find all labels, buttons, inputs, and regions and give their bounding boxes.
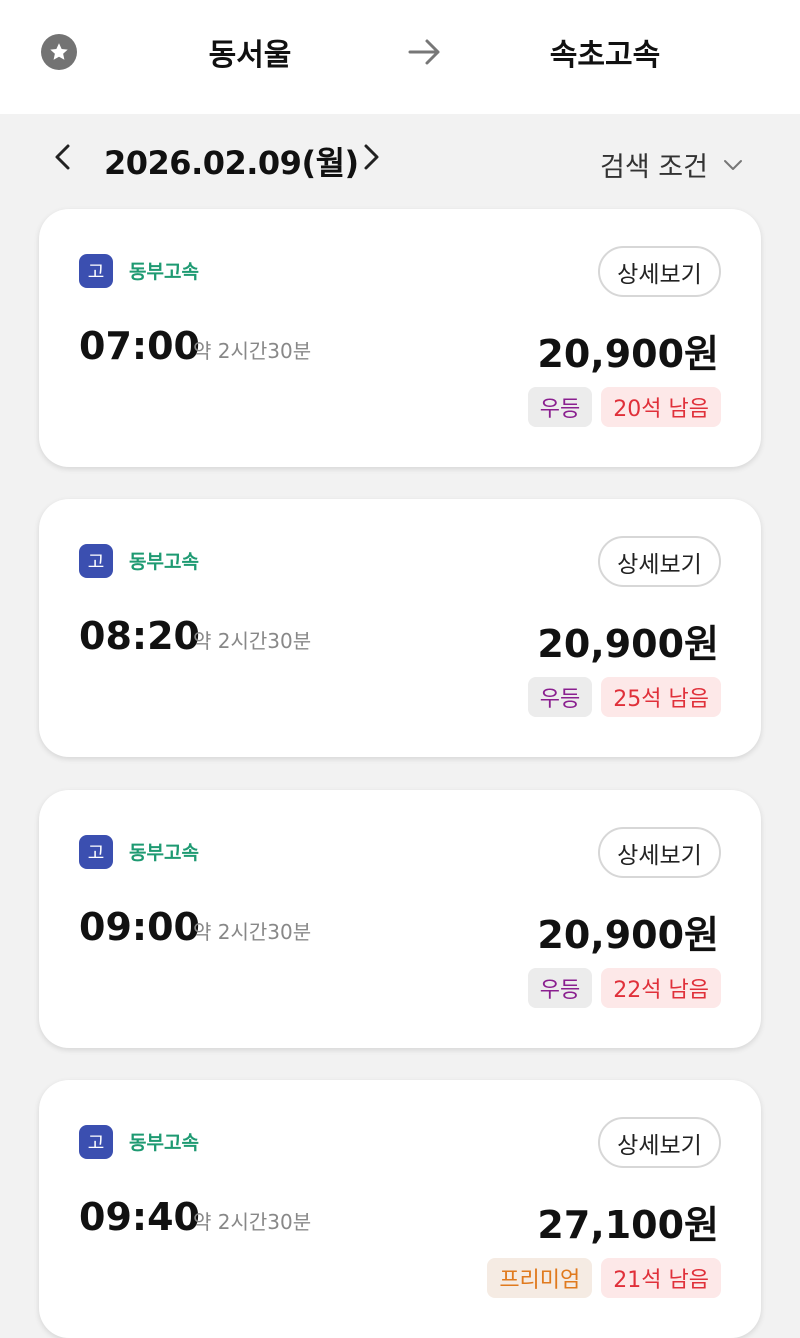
date-bar: 2026.02.09(월) 검색 조건 xyxy=(0,114,800,208)
company-badge: 고 xyxy=(79,544,113,578)
trip-duration: 약 2시간30분 xyxy=(193,629,312,653)
chevron-left-icon[interactable] xyxy=(50,140,76,174)
search-filter-button[interactable]: 검색 조건 xyxy=(600,146,760,183)
company-badge: 고 xyxy=(79,1125,113,1159)
seats-remaining-badge: 22석 남음 xyxy=(601,968,721,1008)
company-badge: 고 xyxy=(79,835,113,869)
route-header: 동서울 속초고속 xyxy=(0,0,800,114)
filter-label: 검색 조건 xyxy=(600,151,708,183)
bus-card[interactable]: 고 동부고속 상세보기 09:40 약 2시간30분 27,100원 프리미엄 … xyxy=(39,1080,761,1338)
chevron-right-icon[interactable] xyxy=(358,140,384,174)
fare-price: 20,900원 xyxy=(537,332,719,376)
tag-group: 우등 25석 남음 xyxy=(527,677,721,717)
arrow-right-icon xyxy=(405,34,445,70)
tag-group: 우등 20석 남음 xyxy=(527,387,721,427)
tag-group: 프리미엄 21석 남음 xyxy=(487,1258,721,1298)
trip-duration: 약 2시간30분 xyxy=(193,339,312,363)
bus-card[interactable]: 고 동부고속 상세보기 07:00 약 2시간30분 20,900원 우등 20… xyxy=(39,209,761,467)
arrival-terminal[interactable]: 속초고속 xyxy=(510,30,700,74)
tag-group: 우등 22석 남음 xyxy=(527,968,721,1008)
departure-time: 09:40 xyxy=(79,1195,200,1239)
fare-price: 27,100원 xyxy=(537,1203,719,1247)
trip-duration: 약 2시간30분 xyxy=(193,920,312,944)
bus-class-badge: 우등 xyxy=(527,677,593,717)
seats-remaining-badge: 20석 남음 xyxy=(601,387,721,427)
bus-card[interactable]: 고 동부고속 상세보기 09:00 약 2시간30분 20,900원 우등 22… xyxy=(39,790,761,1048)
departure-time: 07:00 xyxy=(79,324,200,368)
bus-class-badge: 프리미엄 xyxy=(487,1258,593,1298)
departure-terminal[interactable]: 동서울 xyxy=(160,30,340,74)
company-name: 동부고속 xyxy=(129,1132,199,1154)
detail-button[interactable]: 상세보기 xyxy=(598,1117,721,1168)
bus-class-badge: 우등 xyxy=(527,968,593,1008)
bus-class-badge: 우등 xyxy=(527,387,593,427)
company-name: 동부고속 xyxy=(129,261,199,283)
seats-remaining-badge: 21석 남음 xyxy=(601,1258,721,1298)
fare-price: 20,900원 xyxy=(537,913,719,957)
departure-time: 09:00 xyxy=(79,905,200,949)
detail-button[interactable]: 상세보기 xyxy=(598,246,721,297)
selected-date[interactable]: 2026.02.09(월) xyxy=(104,138,359,184)
company-badge: 고 xyxy=(79,254,113,288)
chevron-down-icon xyxy=(722,157,744,171)
seats-remaining-badge: 25석 남음 xyxy=(601,677,721,717)
star-icon[interactable] xyxy=(41,34,77,70)
fare-price: 20,900원 xyxy=(537,622,719,666)
company-name: 동부고속 xyxy=(129,551,199,573)
trip-duration: 약 2시간30분 xyxy=(193,1210,312,1234)
bus-card[interactable]: 고 동부고속 상세보기 08:20 약 2시간30분 20,900원 우등 25… xyxy=(39,499,761,757)
detail-button[interactable]: 상세보기 xyxy=(598,536,721,587)
company-name: 동부고속 xyxy=(129,842,199,864)
departure-time: 08:20 xyxy=(79,614,200,658)
detail-button[interactable]: 상세보기 xyxy=(598,827,721,878)
